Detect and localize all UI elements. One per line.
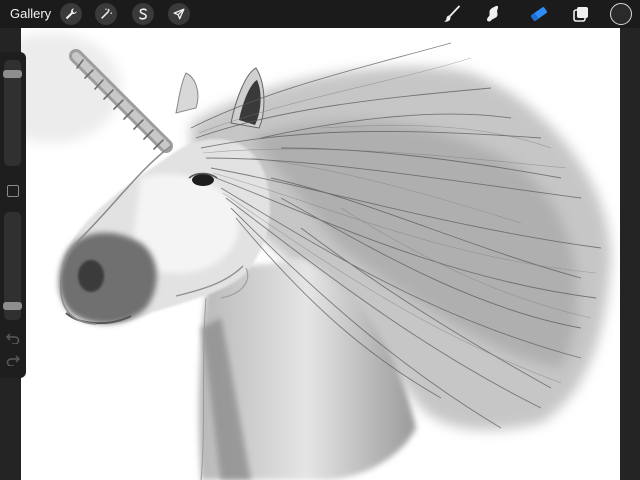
undo-icon[interactable] [6,332,20,344]
eraser-button[interactable] [527,3,551,25]
smudge-icon [487,5,499,22]
brush-icon [444,5,460,22]
adjustments-button[interactable] [95,3,117,25]
wrench-icon [65,8,77,20]
gallery-button[interactable]: Gallery [10,6,51,21]
brush-button[interactable] [440,3,464,25]
layers-button[interactable] [569,3,593,25]
color-picker-button[interactable] [610,3,632,25]
selection-button[interactable] [132,3,154,25]
top-toolbar: Gallery [0,0,640,28]
brush-size-thumb[interactable] [3,69,22,78]
eraser-icon [531,7,547,21]
actions-button[interactable] [60,3,82,25]
selection-s-icon [139,8,147,20]
drawing-canvas[interactable] [21,28,620,480]
left-sidebar [0,52,26,378]
magic-wand-icon [101,8,113,19]
transform-button[interactable] [168,3,190,25]
unicorn-sketch [21,33,611,480]
opacity-thumb[interactable] [3,302,22,310]
layers-icon [573,7,588,22]
arrow-cursor-icon [173,8,185,20]
redo-icon[interactable] [6,354,20,366]
smudge-button[interactable] [481,3,505,25]
modify-button[interactable] [7,185,19,197]
